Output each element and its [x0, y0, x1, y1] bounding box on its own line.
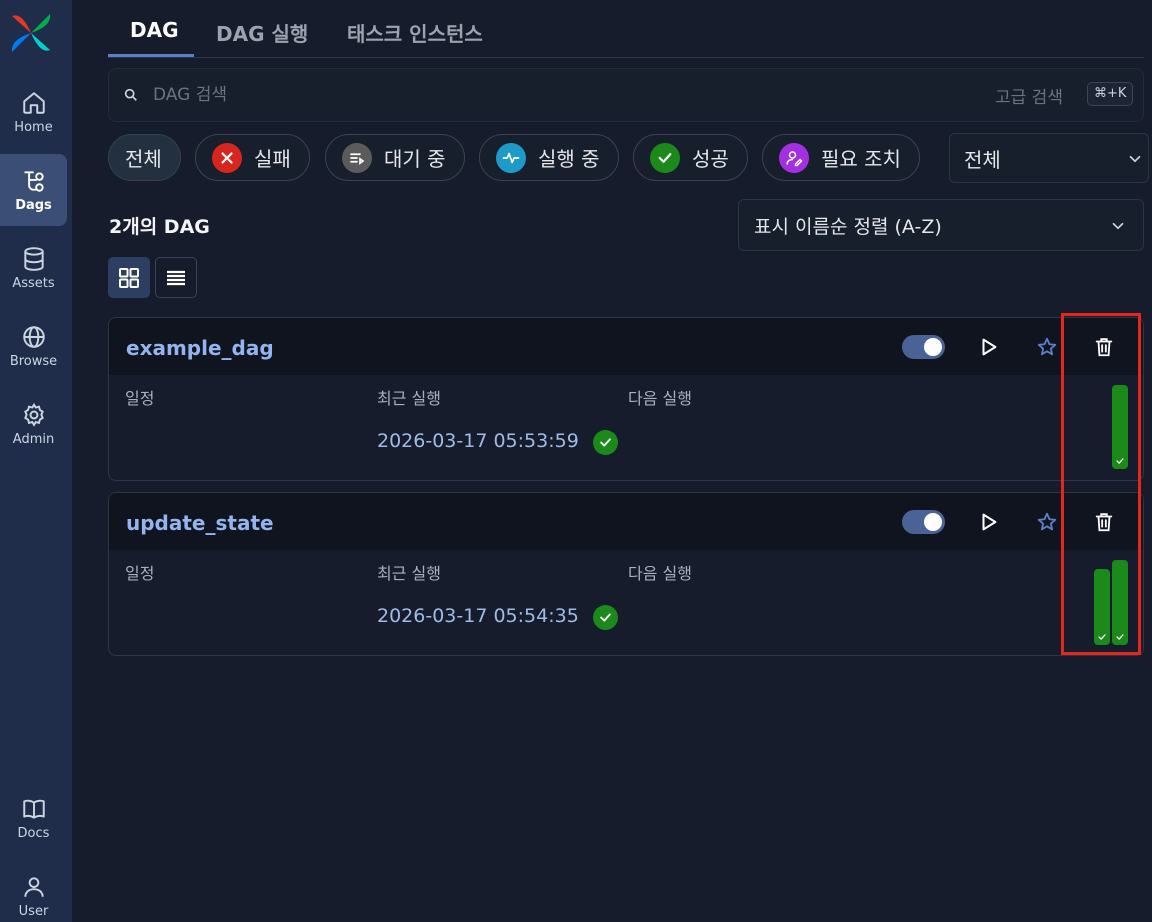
sidebar-item-user[interactable]: User: [0, 860, 67, 922]
list-icon: [167, 270, 185, 285]
user-edit-icon: [779, 142, 809, 173]
sidebar-item-label: Docs: [17, 825, 50, 841]
dag-card-header: example_dag: [109, 318, 1143, 375]
dag-name-link[interactable]: example_dag: [126, 336, 274, 360]
filter-queued[interactable]: 대기 중: [325, 134, 465, 181]
filter-failed[interactable]: 실패: [195, 134, 310, 181]
sidebar-item-browse[interactable]: Browse: [0, 310, 67, 382]
toggle-knob: [924, 513, 942, 531]
active-tab-indicator: [108, 54, 194, 57]
sidebar-item-assets[interactable]: Assets: [0, 232, 67, 304]
queue-icon: [342, 142, 372, 173]
sidebar-item-label: Browse: [9, 353, 58, 369]
trigger-dag-button[interactable]: [976, 509, 1002, 535]
sidebar-item-label: Dags: [15, 197, 52, 213]
trigger-dag-button[interactable]: [976, 334, 1002, 360]
tab-dag[interactable]: DAG: [130, 18, 179, 42]
sidebar-item-label: Assets: [12, 275, 55, 291]
next-run-label: 다음 실행: [628, 564, 692, 583]
success-state-icon: [593, 605, 618, 630]
pulse-icon: [496, 142, 526, 173]
schedule-label: 일정: [125, 564, 155, 583]
tab-dag-runs[interactable]: DAG 실행: [216, 18, 308, 47]
trash-icon: [1095, 513, 1113, 532]
home-icon: [22, 91, 45, 114]
star-icon: [1037, 512, 1057, 531]
dag-name-link[interactable]: update_state: [126, 511, 274, 535]
dag-count: 2개의 DAG: [109, 216, 210, 238]
state-select[interactable]: 전체: [949, 133, 1149, 183]
dag-search-bar: 고급 검색 ⌘+K: [108, 68, 1144, 122]
recent-run-bar[interactable]: [1112, 385, 1128, 469]
table-view-button[interactable]: [155, 257, 197, 298]
sidebar-item-label: Admin: [12, 431, 55, 447]
favorite-button[interactable]: [1034, 334, 1060, 360]
filter-label: 대기 중: [384, 147, 446, 171]
chevron-down-icon: [1129, 155, 1141, 163]
shortcut-hint: ⌘+K: [1087, 82, 1134, 106]
recent-run-bar[interactable]: [1094, 569, 1110, 645]
database-icon: [23, 246, 44, 271]
airflow-logo[interactable]: [8, 10, 54, 56]
filter-running[interactable]: 실행 중: [479, 134, 619, 181]
success-state-icon: [593, 430, 618, 455]
filter-success[interactable]: 성공: [633, 134, 748, 181]
x-icon: [212, 142, 242, 173]
filter-label: 전체: [125, 147, 162, 171]
grid-icon: [119, 267, 139, 288]
filter-label: 성공: [692, 147, 729, 171]
pause-toggle[interactable]: [902, 335, 945, 359]
check-icon: [1098, 634, 1106, 640]
check-icon: [1116, 634, 1124, 640]
sidebar-item-home[interactable]: Home: [0, 76, 67, 148]
recent-run-bar[interactable]: [1112, 560, 1128, 645]
card-view-button[interactable]: [108, 257, 150, 298]
pause-toggle[interactable]: [902, 510, 945, 534]
search-input[interactable]: [153, 82, 853, 108]
dag-card: example_dag 일정 최근 실행 다음 실행 2026-03-17 05…: [108, 317, 1144, 481]
next-run-label: 다음 실행: [628, 389, 692, 408]
last-run-link[interactable]: 2026-03-17 05:54:35: [377, 605, 579, 627]
play-icon: [982, 513, 997, 531]
sidebar-item-label: Home: [14, 119, 53, 135]
delete-dag-button[interactable]: [1091, 509, 1117, 535]
filter-action-required[interactable]: 필요 조치: [762, 134, 920, 181]
filter-label: 실행 중: [538, 147, 600, 171]
star-icon: [1037, 337, 1057, 356]
sort-select-value: 표시 이름순 정렬 (A-Z): [754, 215, 942, 238]
sidebar-item-label: User: [18, 903, 49, 919]
user-icon: [23, 876, 44, 897]
sidebar-item-docs[interactable]: Docs: [0, 782, 67, 854]
filter-all[interactable]: 전체: [108, 134, 181, 181]
sidebar-item-dags[interactable]: Dags: [0, 154, 67, 226]
sort-select[interactable]: 표시 이름순 정렬 (A-Z): [738, 199, 1144, 251]
delete-dag-button[interactable]: [1091, 334, 1117, 360]
favorite-button[interactable]: [1034, 509, 1060, 535]
advanced-search-button[interactable]: 고급 검색: [995, 83, 1063, 108]
sidebar: Home Dags Assets Browse Admin Docs User: [0, 0, 72, 922]
check-icon: [650, 142, 680, 173]
book-icon: [22, 799, 45, 819]
dags-icon: [23, 170, 44, 192]
play-icon: [982, 338, 997, 356]
main-tabs: DAG DAG 실행 태스크 인스턴스: [108, 0, 1144, 58]
last-run-label: 최근 실행: [377, 389, 441, 408]
filter-label: 필요 조치: [821, 147, 901, 171]
dag-card: update_state 일정 최근 실행 다음 실행 2026-03-17 0…: [108, 492, 1144, 656]
chevron-down-icon: [1112, 222, 1124, 230]
dag-card-header: update_state: [109, 493, 1143, 550]
sidebar-item-admin[interactable]: Admin: [0, 388, 67, 460]
schedule-label: 일정: [125, 389, 155, 408]
filter-label: 실패: [254, 147, 291, 171]
last-run-label: 최근 실행: [377, 564, 441, 583]
search-icon: [124, 88, 137, 101]
last-run-link[interactable]: 2026-03-17 05:53:59: [377, 430, 579, 452]
gear-icon: [23, 402, 44, 427]
globe-icon: [22, 325, 45, 348]
trash-icon: [1095, 338, 1113, 357]
toggle-knob: [924, 338, 942, 356]
tab-task-instances[interactable]: 태스크 인스턴스: [347, 18, 483, 47]
state-select-value: 전체: [964, 147, 1001, 172]
check-icon: [1116, 458, 1124, 464]
